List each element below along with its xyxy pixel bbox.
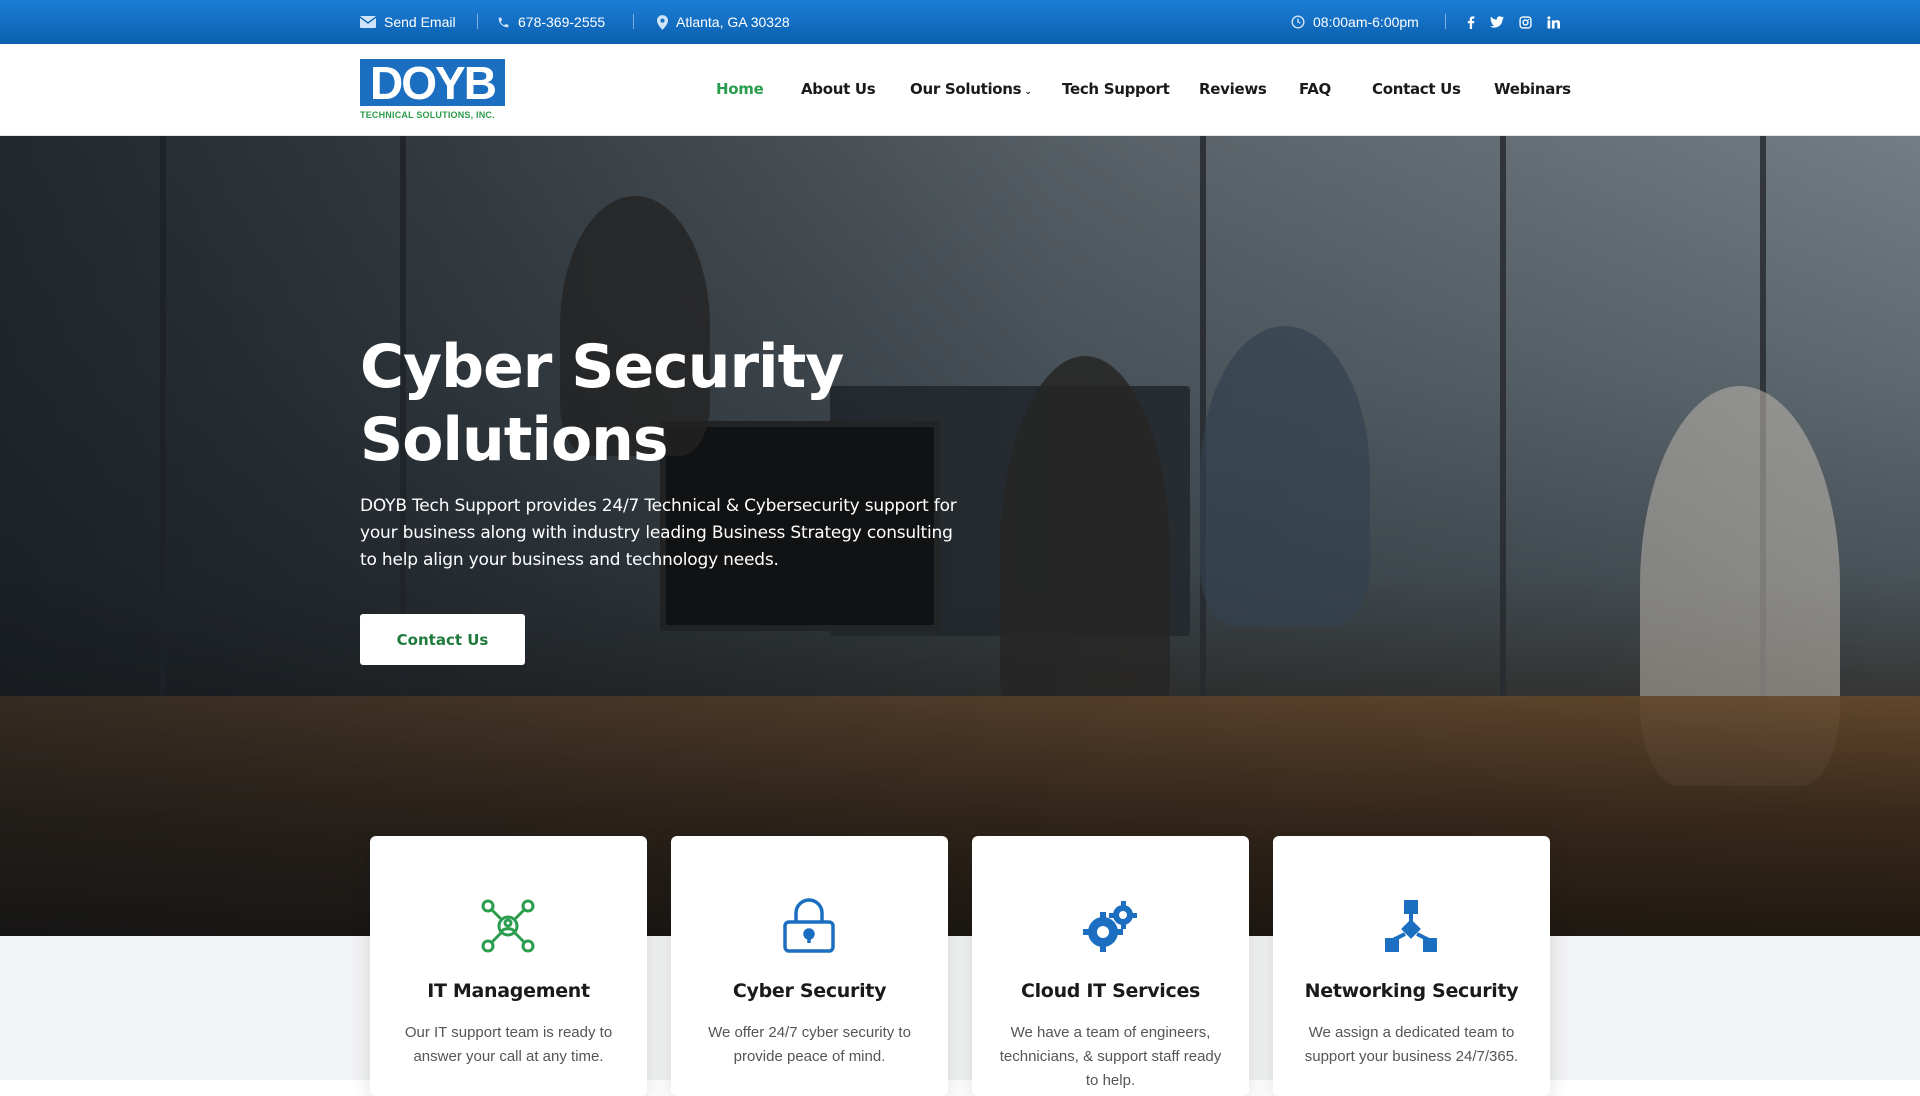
divider <box>477 14 478 29</box>
card-title: Cloud IT Services <box>1020 980 1201 1002</box>
lock-icon <box>779 896 839 956</box>
hero-banner: Cyber Security Solutions DOYB Tech Suppor… <box>0 136 1920 936</box>
linkedin-icon[interactable] <box>1543 0 1563 44</box>
card-text: Our IT support team is ready to answer y… <box>404 1024 613 1065</box>
network-diagram-icon <box>1381 896 1441 956</box>
nav-tech-support[interactable]: Tech Support <box>1062 80 1170 98</box>
clock-icon <box>1291 15 1305 29</box>
card-text: We assign a dedicated team to support yo… <box>1304 1024 1519 1065</box>
service-card-cyber-security[interactable]: Cyber Security We offer 24/7 cyber secur… <box>671 836 948 1096</box>
facebook-icon[interactable] <box>1461 0 1481 44</box>
nav-our-solutions[interactable]: Our Solutions ⌄ <box>910 80 1032 98</box>
card-title: IT Management <box>427 980 590 1002</box>
phone-icon <box>498 17 509 27</box>
service-card-cloud-it-services[interactable]: Cloud IT Services We have a team of engi… <box>972 836 1249 1096</box>
logo-subtext: TECHNICAL SOLUTIONS, INC. <box>360 110 495 120</box>
logo-text: DOYB <box>370 56 497 109</box>
hero-background-image <box>0 136 1920 936</box>
instagram-icon[interactable] <box>1515 0 1535 44</box>
send-email-label: Send Email <box>384 14 456 30</box>
nav-contact-us[interactable]: Contact Us <box>1372 80 1461 98</box>
map-pin-icon <box>657 14 668 30</box>
chevron-down-icon: ⌄ <box>1024 87 1032 97</box>
hero-title-line2: Solutions <box>360 405 669 475</box>
gears-icon <box>1080 896 1140 956</box>
service-card-networking-security[interactable]: Networking Security We assign a dedicate… <box>1273 836 1550 1096</box>
service-card-it-management[interactable]: IT Management Our IT support team is rea… <box>370 836 647 1096</box>
phone-number: 678-369-2555 <box>518 14 606 30</box>
card-title: Cyber Security <box>732 980 887 1002</box>
envelope-icon <box>360 16 376 28</box>
card-text: We offer 24/7 cyber security to provide … <box>708 1024 911 1065</box>
contact-us-button[interactable]: Contact Us <box>360 614 525 665</box>
divider <box>633 14 634 29</box>
card-text: We have a team of engineers, technicians… <box>999 1024 1222 1089</box>
address-text: Atlanta, GA 30328 <box>676 14 790 30</box>
address-info: Atlanta, GA 30328 <box>657 0 790 44</box>
top-info-bar: Send Email 678-369-2555 Atlanta, GA 3032… <box>0 0 1920 44</box>
hero-description: DOYB Tech Support provides 24/7 Technica… <box>360 496 957 570</box>
nav-reviews[interactable]: Reviews <box>1199 80 1267 98</box>
send-email-link[interactable]: Send Email <box>360 0 456 44</box>
twitter-icon[interactable] <box>1487 0 1507 44</box>
services-section <box>0 936 1920 1080</box>
hero-title-line1: Cyber Security <box>360 332 844 402</box>
company-logo[interactable]: DOYB TECHNICAL SOLUTIONS, INC. <box>360 57 506 121</box>
logo-mark: DOYB <box>360 57 505 109</box>
card-title: Networking Security <box>1304 980 1519 1002</box>
nav-home[interactable]: Home <box>716 80 764 98</box>
hours-info: 08:00am-6:00pm <box>1291 0 1419 44</box>
hero-title: Cyber Security Solutions <box>360 331 1000 477</box>
nav-webinars[interactable]: Webinars <box>1494 80 1571 98</box>
nav-faq[interactable]: FAQ <box>1299 80 1331 98</box>
phone-link[interactable]: 678-369-2555 <box>497 0 605 44</box>
divider <box>1445 14 1446 29</box>
nav-about-us[interactable]: About Us <box>801 80 876 98</box>
hours-text: 08:00am-6:00pm <box>1313 14 1419 30</box>
nav-our-solutions-label: Our Solutions <box>910 80 1022 98</box>
network-user-icon <box>478 896 538 956</box>
